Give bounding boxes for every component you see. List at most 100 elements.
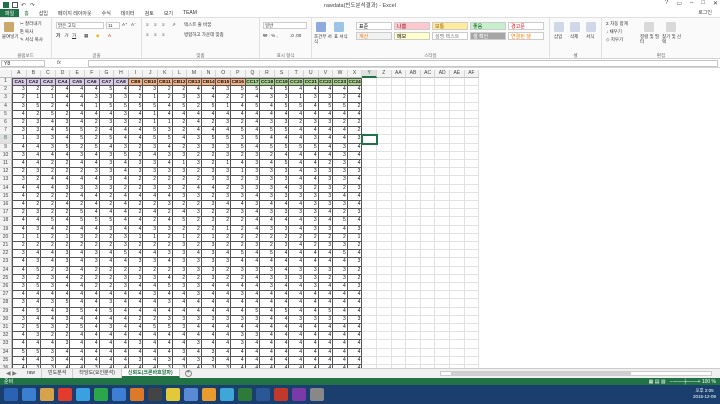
empty-cell[interactable] [420,217,436,226]
table-cell[interactable]: 2 [172,176,188,185]
empty-cell[interactable] [406,274,421,283]
table-header-cell[interactable]: CB10 [143,78,158,87]
table-cell[interactable]: 3 [41,324,56,333]
excel-taskbar-icon[interactable] [238,388,252,401]
kakao-icon[interactable] [166,388,180,401]
table-cell[interactable]: 3 [85,258,100,267]
empty-cell[interactable] [406,233,421,242]
table-cell[interactable]: 3 [172,324,188,333]
table-cell[interactable]: 4 [318,135,334,144]
table-header-cell[interactable]: CB14 [201,78,217,87]
table-cell[interactable]: 4 [99,110,115,119]
empty-cell[interactable] [420,283,436,292]
table-cell[interactable]: 2 [318,233,334,242]
scrollbar-thumb[interactable] [451,372,631,375]
empty-cell[interactable] [450,283,465,292]
row-header[interactable]: 8 [0,135,12,144]
table-cell[interactable]: 3 [231,291,246,300]
empty-cell[interactable] [406,242,421,251]
empty-cell[interactable] [420,324,436,333]
cell-style-item[interactable]: 셀 확인 [470,32,506,40]
table-cell[interactable]: 3 [304,168,319,177]
table-cell[interactable]: 4 [333,86,348,95]
empty-cell[interactable] [406,119,421,128]
table-cell[interactable]: 2 [70,201,85,210]
table-cell[interactable]: 3 [187,135,202,144]
table-cell[interactable]: 2 [12,324,27,333]
table-cell[interactable]: 1 [172,160,188,169]
table-cell[interactable]: 3 [274,274,290,283]
table-cell[interactable]: 4 [289,217,304,226]
row-header[interactable]: 10 [0,151,12,160]
table-cell[interactable]: 4 [216,110,231,119]
table-cell[interactable]: 3 [26,168,42,177]
font-name-select[interactable]: 맑은 고딕 [56,22,104,29]
table-cell[interactable]: 4 [289,168,304,177]
table-cell[interactable]: 3 [128,356,144,365]
table-cell[interactable]: 3 [318,266,334,275]
table-cell[interactable]: 3 [12,250,27,259]
table-cell[interactable]: 4 [26,217,42,226]
empty-cell[interactable] [420,201,436,210]
empty-cell[interactable] [435,78,450,87]
table-cell[interactable]: 3 [158,201,173,210]
table-cell[interactable]: 4 [231,348,246,357]
app-red-icon[interactable] [274,388,288,401]
sheet-tab-reliability[interactable]: 신뢰도(크론바흐알파) [121,369,180,378]
table-cell[interactable]: 4 [289,135,304,144]
table-cell[interactable]: 4 [289,291,304,300]
table-cell[interactable]: 4 [333,340,348,349]
table-cell[interactable]: 3 [347,315,363,324]
empty-cell[interactable] [406,192,421,201]
table-cell[interactable]: 3 [245,184,261,193]
empty-cell[interactable] [406,102,421,111]
table-cell[interactable]: 4 [289,356,304,365]
table-cell[interactable]: 4 [158,307,173,316]
table-cell[interactable]: 3 [318,201,334,210]
table-cell[interactable]: 5 [99,102,115,111]
table-cell[interactable]: 2 [231,242,246,251]
row-header[interactable]: 34 [0,348,12,357]
table-cell[interactable]: 4 [274,291,290,300]
table-cell[interactable]: 2 [26,110,42,119]
column-header[interactable]: AF [464,70,480,78]
empty-cell[interactable] [450,209,465,218]
table-cell[interactable]: 2 [70,274,85,283]
app-green-icon[interactable] [94,388,108,401]
app-blue2-icon[interactable] [184,388,198,401]
table-cell[interactable]: 4 [85,201,100,210]
empty-cell[interactable] [406,258,421,267]
minimize-icon[interactable]: – [690,0,693,7]
empty-cell[interactable] [377,283,392,292]
row-header[interactable]: 4 [0,102,12,111]
empty-cell[interactable] [406,324,421,333]
column-header[interactable]: C [41,70,56,78]
table-cell[interactable]: 2 [333,184,348,193]
table-cell[interactable]: 4 [187,119,202,128]
table-cell[interactable]: 4 [245,258,261,267]
empty-cell[interactable] [391,291,407,300]
table-cell[interactable]: 4 [289,348,304,357]
table-cell[interactable]: 4 [245,225,261,234]
table-cell[interactable]: 4 [274,356,290,365]
table-cell[interactable]: 4 [70,291,85,300]
app-blue-icon[interactable] [112,388,126,401]
table-cell[interactable]: 3 [201,266,217,275]
table-cell[interactable]: 3 [143,168,158,177]
empty-cell[interactable] [391,160,407,169]
table-cell[interactable]: 3 [231,184,246,193]
number-format-select[interactable]: 일반 [263,22,307,29]
table-cell[interactable]: 2 [318,160,334,169]
empty-cell[interactable] [450,184,465,193]
cell-style-item[interactable]: 나쁨 [394,22,430,30]
table-cell[interactable]: 3 [99,151,115,160]
table-cell[interactable]: 2 [347,266,363,275]
table-cell[interactable]: 4 [304,356,319,365]
table-cell[interactable]: 3 [318,315,334,324]
table-cell[interactable]: 5 [143,324,158,333]
table-cell[interactable]: 1 [143,110,158,119]
table-cell[interactable]: 4 [114,340,129,349]
empty-cell[interactable] [362,119,377,128]
table-cell[interactable]: 2 [201,192,217,201]
table-cell[interactable]: 5 [274,143,290,152]
